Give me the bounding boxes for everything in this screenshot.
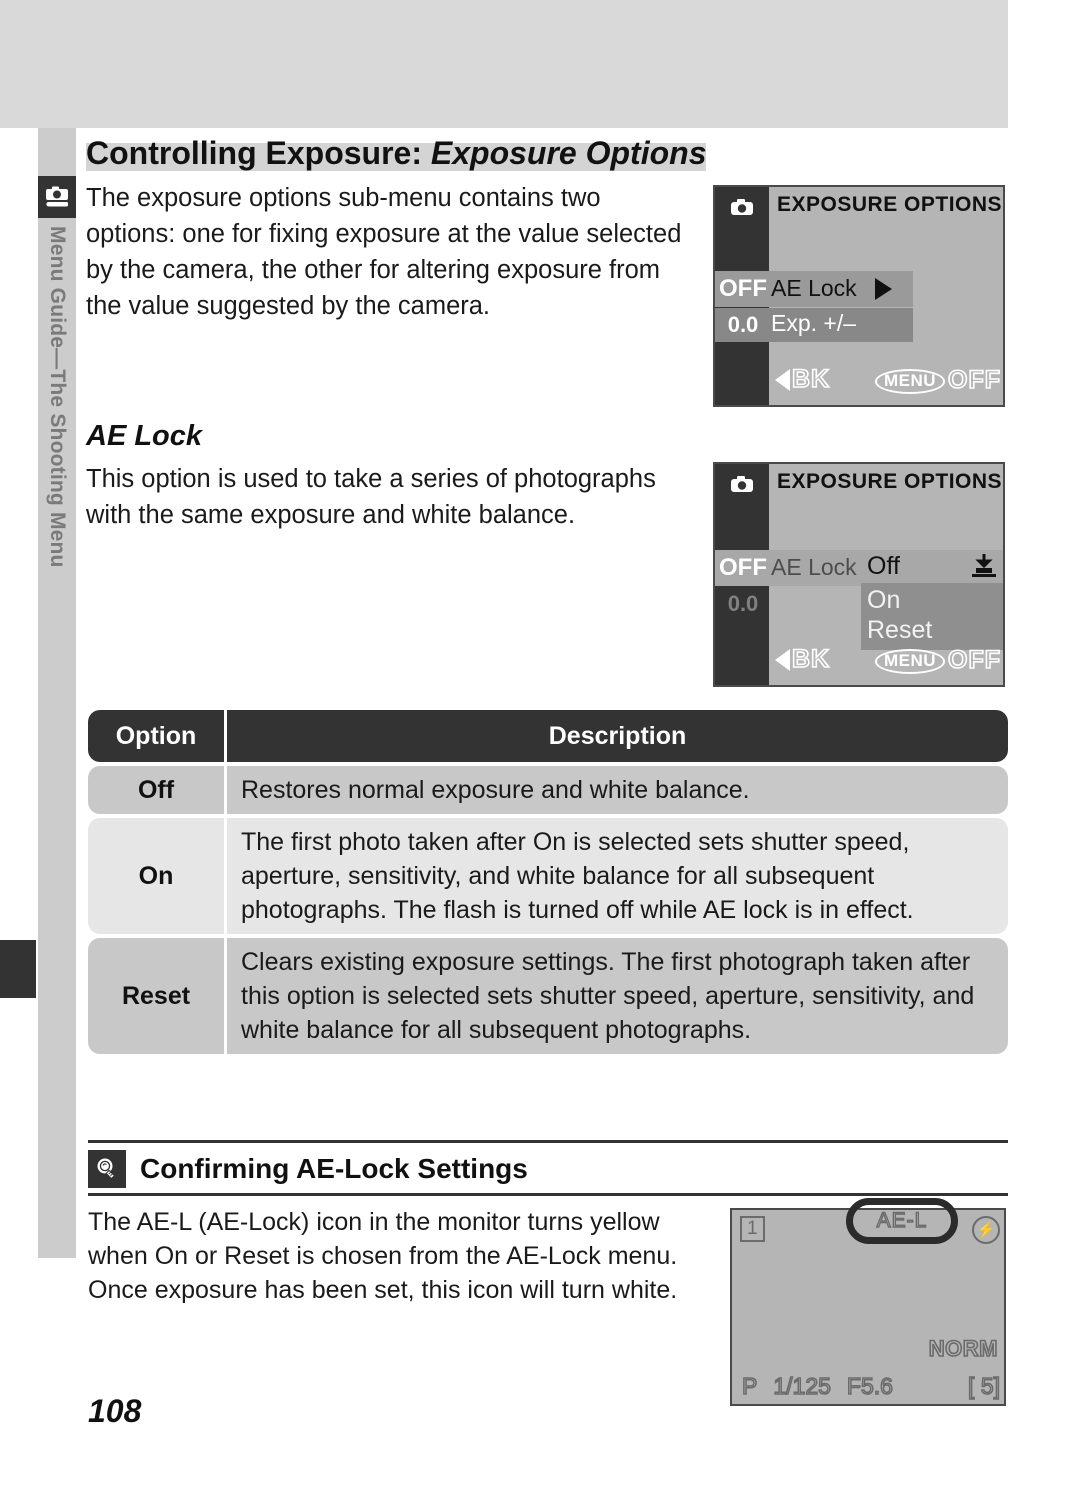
chapter-label-text: Menu Guide—The Shooting Menu (46, 226, 69, 568)
top-header-band (0, 0, 1008, 128)
table-header-description: Description (227, 710, 1008, 762)
options-table: Option Description Off Restores normal e… (88, 710, 1008, 1058)
left-arrow-icon (775, 648, 790, 671)
ae-lock-badge-label: AE-L (876, 1208, 928, 1232)
ae-lock-heading: AE Lock (86, 420, 203, 452)
monitor-status-bar: P 1/125 F5.6 [ 5] (741, 1372, 1001, 1400)
table-cell-description: Restores normal exposure and white balan… (227, 766, 1008, 814)
page-number: 108 (88, 1393, 142, 1429)
confirm-set-icon (971, 553, 997, 584)
page-title-plain: Controlling Exposure: (86, 135, 431, 171)
back-button-label: BK (791, 645, 831, 673)
camera-screen-exposure-options: EXPOSURE OPTIONS OFF AE Lock 0.0 Exp. +/… (713, 185, 1005, 407)
camera-monitor-illustration: 1 AE-L ⚡ NORM P 1/125 F5.6 [ 5] (730, 1198, 1006, 1406)
ae-lock-submenu: Off On Reset (861, 550, 1003, 650)
camera-icon (38, 176, 76, 218)
table-row: Off Restores normal exposure and white b… (88, 766, 1008, 814)
menu-row-exp-comp-badge: 0.0 (727, 312, 759, 337)
menu-row-ae-lock-badge: OFF (719, 275, 767, 302)
menu-row-ae-lock[interactable]: OFF AE Lock (715, 271, 913, 307)
frames-remaining-value: 5 (980, 1372, 994, 1400)
left-arrow-icon (775, 368, 790, 391)
tip-divider-bottom (88, 1193, 1008, 1196)
submenu-option-on[interactable]: On (867, 588, 900, 613)
page-title: Controlling Exposure: Exposure Options (86, 135, 707, 172)
tip-paragraph: The AE-L (AE-Lock) icon in the monitor t… (88, 1208, 678, 1304)
ae-lock-callout: AE-L (846, 1198, 958, 1244)
back-button-label: BK (791, 365, 831, 393)
menu-row-ae-lock-label: AE Lock (771, 275, 857, 301)
page-title-italic: Exposure Options (430, 135, 707, 171)
table-cell-option: Off (88, 766, 224, 814)
camera-screen-ae-lock-submenu: EXPOSURE OPTIONS OFF AE Lock 0.0 Off On … (713, 462, 1005, 687)
shutter-speed-label: 1/125 (773, 1372, 832, 1400)
table-header-option: Option (88, 710, 224, 762)
tip-header: Confirming AE-Lock Settings (88, 1146, 1008, 1192)
table-row: Reset Clears existing exposure settings.… (88, 938, 1008, 1054)
edge-tab-marker (0, 940, 36, 998)
submenu-option-reset[interactable]: Reset (867, 618, 932, 643)
table-cell-description: The first photo taken after On is select… (227, 818, 1008, 934)
image-quality-label: NORM (928, 1335, 998, 1362)
lightbulb-icon (88, 1150, 126, 1188)
submenu-option-off[interactable]: Off (867, 554, 900, 579)
frames-remaining-label: [ 5] (967, 1372, 1000, 1400)
menu-row-ae-lock-badge: OFF (719, 554, 767, 581)
ae-lock-paragraph: This option is used to take a series of … (86, 465, 656, 529)
menu-off-label: OFF (947, 646, 1001, 674)
menu-row-ae-lock[interactable]: OFF AE Lock (715, 550, 861, 586)
flash-off-icon: ⚡ (972, 1216, 1000, 1244)
chapter-label: Menu Guide—The Shooting Menu (38, 222, 76, 642)
screen-title: EXPOSURE OPTIONS (777, 193, 1003, 216)
screen-title: EXPOSURE OPTIONS (777, 470, 1003, 493)
menu-button[interactable]: MENU (874, 649, 945, 674)
screen-bottom-bar: BK MENU OFF (769, 365, 1003, 401)
table-row: On The first photo taken after On is sel… (88, 818, 1008, 934)
back-button[interactable]: BK (775, 365, 831, 393)
exposure-mode-label: P (741, 1372, 758, 1400)
intro-paragraph: The exposure options sub-menu contains t… (86, 184, 682, 320)
table-cell-option: On (88, 818, 224, 934)
table-cell-option: Reset (88, 938, 224, 1054)
screen-camera-mode-icon (719, 191, 765, 223)
table-cell-description: Clears existing exposure settings. The f… (227, 938, 1008, 1054)
menu-row-exp-comp[interactable]: 0.0 Exp. +/– (715, 308, 913, 342)
back-button[interactable]: BK (775, 645, 831, 673)
chevron-right-icon (875, 278, 892, 300)
tip-title: Confirming AE-Lock Settings (140, 1153, 528, 1184)
menu-row-exp-comp-label: Exp. +/– (771, 310, 857, 336)
menu-off-label: OFF (947, 366, 1001, 394)
aperture-label: F5.6 (846, 1372, 894, 1400)
menu-row-exp-comp-badge: 0.0 (727, 591, 759, 616)
menu-button[interactable]: MENU (874, 369, 945, 394)
screen-bottom-bar: BK MENU OFF (769, 645, 1003, 681)
tip-divider-top (88, 1140, 1008, 1143)
screen-camera-mode-icon (719, 468, 765, 500)
frame-number-badge: 1 (740, 1216, 765, 1242)
menu-row-ae-lock-label: AE Lock (771, 554, 857, 580)
table-header-row: Option Description (88, 710, 1008, 762)
manual-page: Menu Guide—The Shooting Menu Controlling… (0, 0, 1080, 1486)
